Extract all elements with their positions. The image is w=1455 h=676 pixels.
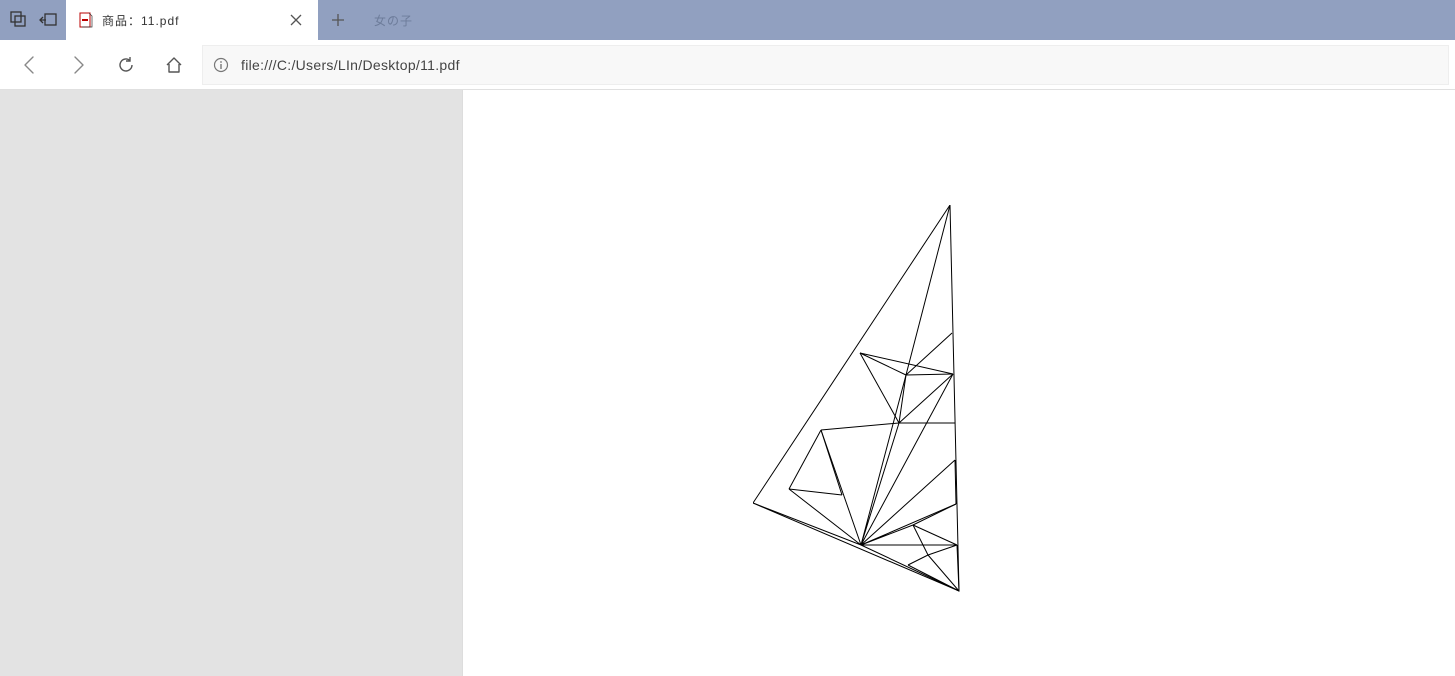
toolbar: file:///C:/Users/LIn/Desktop/11.pdf bbox=[0, 40, 1455, 90]
address-bar[interactable]: file:///C:/Users/LIn/Desktop/11.pdf bbox=[202, 45, 1449, 85]
new-tab-button[interactable] bbox=[318, 0, 358, 40]
tab-active[interactable]: 商品：11.pdf bbox=[66, 0, 318, 40]
viewport bbox=[0, 90, 1455, 676]
site-info-icon[interactable] bbox=[213, 57, 229, 73]
triangle-mesh-figure bbox=[753, 205, 973, 595]
forward-button[interactable] bbox=[54, 41, 102, 89]
set-aside-icon[interactable] bbox=[38, 11, 58, 29]
sidebar-gutter bbox=[0, 90, 462, 676]
pdf-favicon-icon bbox=[76, 12, 96, 28]
tab-actions-icon[interactable] bbox=[10, 11, 28, 29]
tab-title: 商品：11.pdf bbox=[96, 12, 282, 29]
address-url: file:///C:/Users/LIn/Desktop/11.pdf bbox=[241, 57, 460, 73]
back-button[interactable] bbox=[6, 41, 54, 89]
tab-bar: 商品：11.pdf 女の子 bbox=[0, 0, 1455, 40]
tabbar-leading bbox=[0, 0, 66, 40]
home-button[interactable] bbox=[150, 41, 198, 89]
close-tab-button[interactable] bbox=[282, 14, 310, 26]
pdf-page[interactable] bbox=[462, 90, 1455, 676]
tab-ghost[interactable]: 女の子 bbox=[358, 0, 610, 40]
tab-ghost-title: 女の子 bbox=[368, 12, 602, 29]
refresh-button[interactable] bbox=[102, 41, 150, 89]
